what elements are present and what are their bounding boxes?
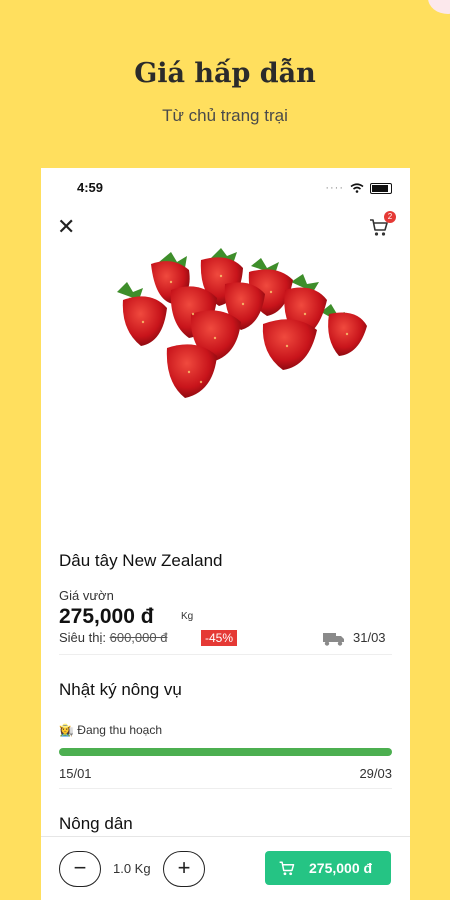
end-date: 29/03 [359,766,392,781]
harvest-status-label: Đang thu hoạch [77,723,163,737]
cart-button[interactable]: 2 [368,211,396,238]
status-bar: 4:59 ···· [41,180,410,200]
market-price-row: Siêu thị: 600,000 đ [59,630,167,645]
promo-title: Giá hấp dẫn [134,58,316,89]
wifi-icon [350,183,364,193]
close-icon[interactable]: ✕ [57,216,75,238]
farmer-section-title: Nông dân [59,814,133,833]
product-price: 275,000 đ [59,605,154,628]
corner-decoration [428,0,450,14]
divider [59,788,392,789]
increase-quantity-button[interactable]: + [163,851,205,887]
status-time: 4:59 [77,180,104,195]
farmer-icon: 👩‍🌾 [59,723,74,737]
phone-screen: 4:59 ···· ✕ 2 Dâu tây New Zealand Giá vư… [41,168,410,900]
product-image [117,248,367,398]
decrease-quantity-button[interactable]: − [59,851,101,887]
diary-title: Nhật ký nông vụ [59,680,182,699]
harvest-status: 👩‍🌾 Đang thu hoạch [59,723,162,737]
discount-badge: -45% [201,630,238,646]
status-icons: ···· [325,182,392,194]
cart-icon [279,861,295,876]
market-price: 600,000 đ [109,630,168,645]
cart-badge: 2 [384,211,396,223]
signal-icon: ···· [325,182,344,194]
quantity-value: 1.0 Kg [113,861,151,876]
promo-subtitle: Từ chủ trang trại [162,106,288,125]
product-name: Dâu tây New Zealand [59,551,223,570]
divider [59,654,392,655]
battery-icon [370,182,392,194]
price-unit: Kg [181,611,194,622]
start-date: 15/01 [59,766,92,781]
add-to-cart-button[interactable]: 275,000 đ [265,851,391,885]
price-label: Giá vườn [59,588,114,603]
truck-icon [323,633,344,646]
market-price-label: Siêu thị: [59,630,106,645]
bottom-bar: − 1.0 Kg + 275,000 đ [41,836,410,900]
add-to-cart-total: 275,000 đ [309,860,373,876]
delivery-date: 31/03 [353,630,386,645]
harvest-progress-bar [59,748,392,756]
